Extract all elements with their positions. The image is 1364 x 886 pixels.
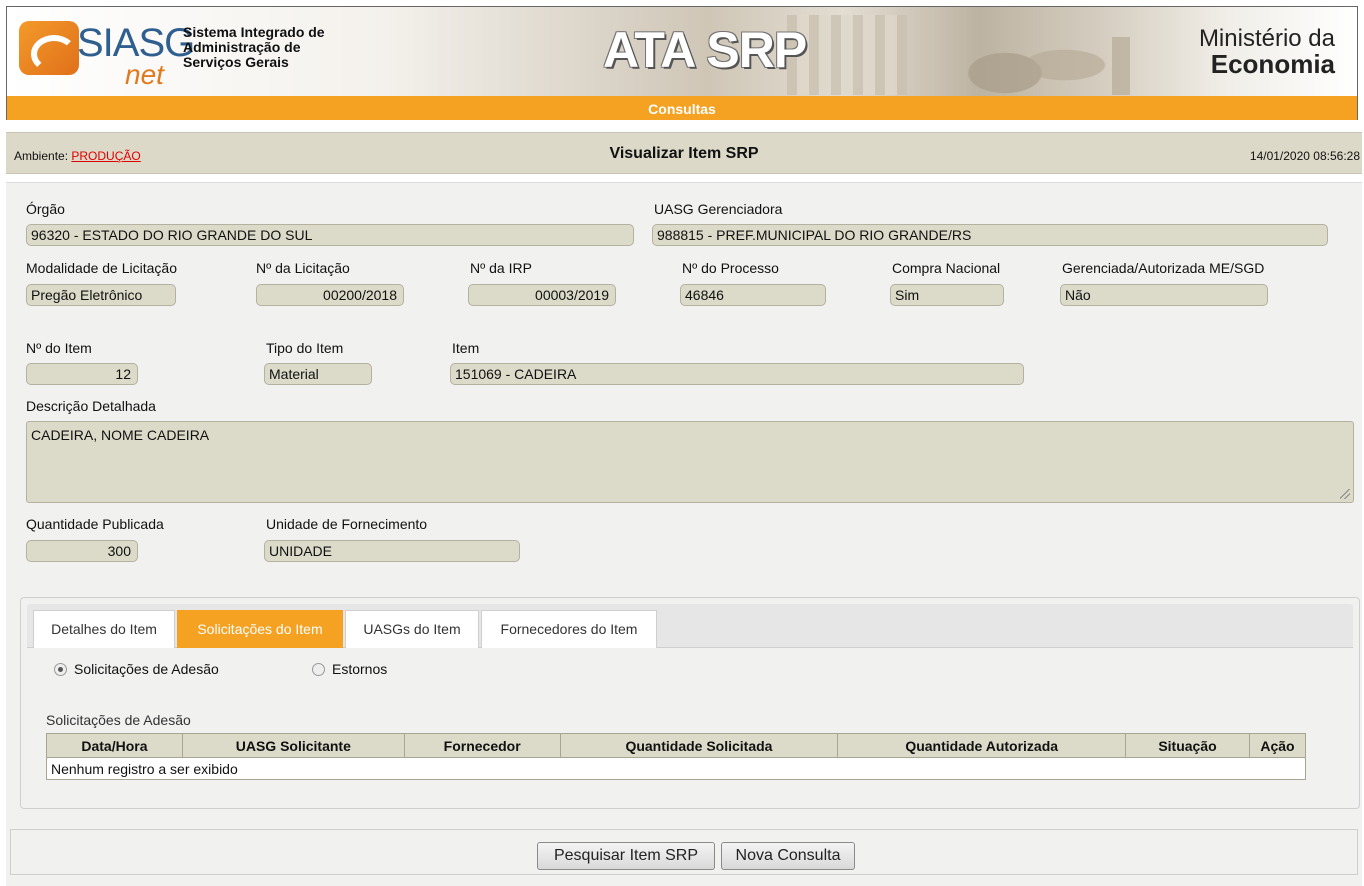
num-irp-field: 00003/2019: [468, 284, 616, 306]
num-item-label: Nº do Item: [26, 340, 92, 356]
radio-label: Solicitações de Adesão: [74, 661, 219, 677]
uasg-field: 988815 - PREF.MUNICIPAL DO RIO GRANDE/RS: [652, 224, 1328, 246]
orgao-label: Órgão: [26, 201, 65, 217]
modalidade-field: Pregão Eletrônico: [26, 284, 176, 306]
table-header-row: Data/Hora UASG Solicitante Fornecedor Qu…: [46, 733, 1307, 758]
radio-label: Estornos: [332, 661, 388, 677]
num-item-field: 12: [26, 363, 138, 385]
compra-nacional-field: Sim: [890, 284, 1004, 306]
unidade-field: UNIDADE: [264, 540, 520, 562]
radio-selected-icon[interactable]: [54, 663, 67, 676]
tab-fornecedores-item[interactable]: Fornecedores do Item: [481, 610, 657, 648]
column-header: Ação: [1248, 733, 1307, 758]
table-caption: Solicitações de Adesão: [46, 712, 191, 728]
main-content: Órgão 96320 - ESTADO DO RIO GRANDE DO SU…: [6, 182, 1362, 886]
module-title: ATA SRP: [603, 22, 807, 78]
solicitacoes-table: Data/Hora UASG Solicitante Fornecedor Qu…: [46, 733, 1307, 780]
num-licitacao-label: Nº da Licitação: [256, 260, 350, 276]
descricao-label: Descrição Detalhada: [26, 398, 156, 414]
tipo-item-label: Tipo do Item: [266, 340, 344, 356]
tab-strip: Detalhes do Item Solicitações do Item UA…: [27, 604, 1353, 648]
num-irp-label: Nº da IRP: [470, 260, 532, 276]
system-name-line: Serviços Gerais: [183, 54, 289, 70]
descricao-text: CADEIRA, NOME CADEIRA: [31, 427, 210, 443]
descricao-textarea[interactable]: CADEIRA, NOME CADEIRA: [26, 421, 1354, 503]
system-name: Sistema Integrado de Administração de Se…: [183, 25, 325, 70]
radio-estornos[interactable]: Estornos: [312, 661, 387, 677]
radio-solicitacoes-adesao[interactable]: Solicitações de Adesão: [54, 661, 219, 677]
tab-detalhes-item[interactable]: Detalhes do Item: [33, 610, 175, 648]
unidade-label: Unidade de Fornecimento: [266, 516, 428, 532]
table-row: Nenhum registro a ser exibido: [46, 757, 1306, 780]
banner-photo: [937, 17, 1107, 96]
gerenciada-label: Gerenciada/Autorizada ME/SGD: [1062, 260, 1265, 276]
action-bar: Pesquisar Item SRP Nova Consulta: [10, 829, 1358, 875]
menu-consultas[interactable]: Consultas: [6, 96, 1358, 120]
radio-unselected-icon[interactable]: [312, 663, 325, 676]
ministry-logo: Ministério da Economia: [1199, 25, 1335, 80]
uasg-label: UASG Gerenciadora: [654, 201, 783, 217]
quantidade-field: 300: [26, 540, 138, 562]
column-header: Fornecedor: [403, 733, 561, 758]
system-name-line: Administração de: [183, 39, 301, 55]
page-title: Visualizar Item SRP: [609, 145, 759, 162]
item-field: 151069 - CADEIRA: [450, 363, 1024, 385]
tab-solicitacoes-item[interactable]: Solicitações do Item: [177, 610, 343, 648]
banner-photo: [1112, 37, 1130, 95]
column-header: Quantidade Solicitada: [559, 733, 839, 758]
resize-grip-icon[interactable]: [1340, 489, 1350, 499]
ministry-line2: Economia: [1210, 49, 1335, 79]
nova-consulta-button[interactable]: Nova Consulta: [721, 842, 855, 870]
num-processo-field: 46846: [680, 284, 826, 306]
gerenciada-field: Não: [1060, 284, 1268, 306]
modalidade-label: Modalidade de Licitação: [26, 260, 177, 276]
tipo-item-field: Material: [264, 363, 372, 385]
item-label: Item: [452, 340, 480, 356]
header-banner: SIASG net Sistema Integrado de Administr…: [6, 6, 1358, 96]
num-licitacao-field: 00200/2018: [256, 284, 404, 306]
tab-uasgs-item[interactable]: UASGs do Item: [345, 610, 479, 648]
column-header: UASG Solicitante: [181, 733, 405, 758]
datetime: 14/01/2020 08:56:28: [1249, 149, 1360, 163]
column-header: Situação: [1125, 733, 1250, 758]
quantidade-label: Quantidade Publicada: [26, 516, 164, 532]
siasg-swirl-icon: [19, 21, 79, 75]
system-name-line: Sistema Integrado de: [183, 24, 325, 40]
column-header: Quantidade Autorizada: [837, 733, 1127, 758]
orgao-field: 96320 - ESTADO DO RIO GRANDE DO SUL: [26, 224, 634, 246]
compra-nacional-label: Compra Nacional: [892, 260, 1001, 276]
logo-net-text: net: [125, 59, 164, 90]
empty-message: Nenhum registro a ser exibido: [46, 757, 1306, 780]
num-processo-label: Nº do Processo: [682, 260, 779, 276]
column-header: Data/Hora: [46, 733, 183, 758]
pesquisar-item-srp-button[interactable]: Pesquisar Item SRP: [537, 842, 715, 870]
siasgnet-logo: SIASG net: [15, 15, 195, 93]
info-bar: Ambiente: PRODUÇÃO Visualizar Item SRP 1…: [6, 132, 1362, 174]
